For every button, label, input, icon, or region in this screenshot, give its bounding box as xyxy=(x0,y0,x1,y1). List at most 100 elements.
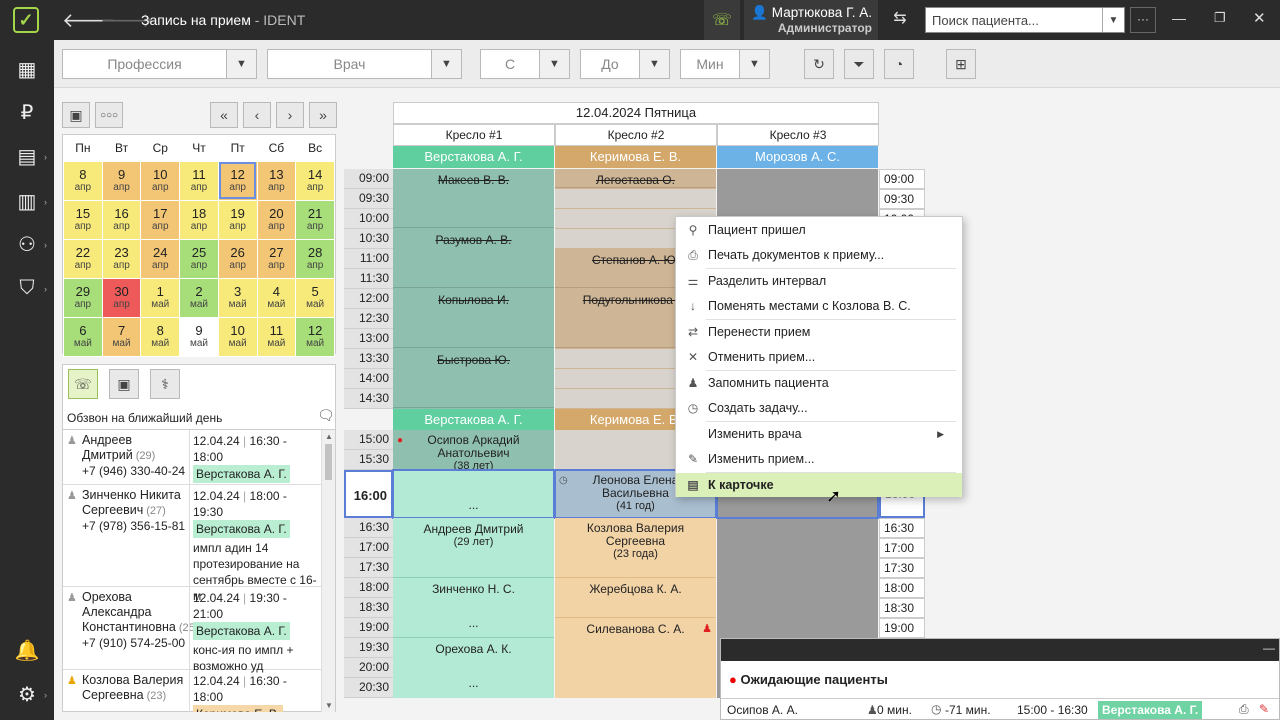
calendar-day[interactable]: 10 апр xyxy=(140,160,181,201)
refresh-button[interactable]: ↻ xyxy=(804,49,834,79)
schedule-grid-icon[interactable]: ▦ xyxy=(10,53,44,85)
appointment[interactable]: Зинченко Н. С.... xyxy=(393,578,554,638)
calendar-day[interactable]: 24 апр xyxy=(140,238,181,279)
timer-button[interactable]: ◔ xyxy=(884,49,914,79)
sign-icon[interactable]: ✎ xyxy=(1259,702,1269,716)
context-menu-item[interactable]: ▤ К карточке xyxy=(676,473,962,497)
calendar-day[interactable]: 6 май xyxy=(63,316,103,357)
doctor-tab-button[interactable]: ⚕ xyxy=(150,369,180,399)
appointment[interactable]: Андреев Дмитрий (29 лет) xyxy=(393,518,554,578)
call-row[interactable]: ♟ Андреев Дмитрий (29) +7 (946) 330-40-24 12… xyxy=(63,430,321,485)
calendar-day[interactable]: 5 май xyxy=(295,277,335,318)
next-week-button[interactable]: › xyxy=(276,102,304,128)
context-menu-item[interactable]: ✎ Изменить прием... xyxy=(676,447,962,471)
calendar-day[interactable]: 16 апр xyxy=(101,199,142,240)
minimize-button[interactable]: — xyxy=(1172,10,1186,26)
doctor-select[interactable]: Врач ▼ xyxy=(267,49,462,79)
scrollbar[interactable]: ▲ ▼ xyxy=(321,430,335,712)
calendar-day[interactable]: 9 апр xyxy=(101,160,142,201)
context-menu-item[interactable]: ⎙ Печать документов к приему... xyxy=(676,243,962,267)
collapse-button[interactable]: — xyxy=(1263,641,1275,655)
doctor-header[interactable]: Керимова Е. В. xyxy=(555,146,716,168)
user-block[interactable]: 👤 Мартюкова Г. А. Администратор xyxy=(744,0,878,40)
calendar-day[interactable]: 4 май xyxy=(256,277,297,318)
search-dropdown-icon[interactable]: ▼ xyxy=(1102,8,1124,32)
next-month-button[interactable]: » xyxy=(309,102,337,128)
tooth-icon[interactable]: ⛉ xyxy=(10,272,44,304)
context-menu-item[interactable]: ⇄ Перенести прием xyxy=(676,320,962,344)
chevron-down-icon[interactable]: ▼ xyxy=(739,50,769,78)
print-icon[interactable]: ⎙ xyxy=(1239,702,1249,717)
appointment[interactable]: Жеребцова К. А. xyxy=(555,578,716,618)
doctor-header[interactable]: Морозов А. С. xyxy=(717,146,878,168)
calendar-day[interactable]: 8 май xyxy=(140,316,181,357)
calendar-day[interactable]: 3 май xyxy=(217,277,258,318)
appointment[interactable]: Силеванова С. А. ♟ xyxy=(555,618,716,698)
chevron-down-icon[interactable]: ▼ xyxy=(539,50,569,78)
context-menu-item[interactable]: Изменить врача ▶ xyxy=(676,422,962,446)
doctor-header[interactable]: Верстакова А. Г. xyxy=(393,146,554,168)
time-to-select[interactable]: До ▼ xyxy=(580,49,670,79)
calendar-day[interactable]: 2 май xyxy=(179,277,219,318)
profession-select[interactable]: Профессия ▼ xyxy=(62,49,257,79)
calendar-day[interactable]: 25 апр xyxy=(179,238,219,279)
calendar-day[interactable]: 13 апр xyxy=(256,160,297,201)
calendar-day[interactable]: 12 апр xyxy=(217,160,258,201)
calendar-day[interactable]: 23 апр xyxy=(101,238,142,279)
free-slot[interactable] xyxy=(555,189,716,208)
context-menu-item[interactable]: ⚌ Разделить интервал xyxy=(676,269,962,293)
chevron-down-icon[interactable]: ▼ xyxy=(639,50,669,78)
appointment[interactable]: ● Осипов Аркадий Анатольевич (38 лет) xyxy=(393,430,554,472)
more-button[interactable]: ○○○ xyxy=(95,102,123,128)
context-menu-item[interactable]: ♟ Запомнить пациента xyxy=(676,371,962,395)
calendar-day[interactable]: 22 апр xyxy=(63,238,103,279)
users-icon[interactable]: ⚇ xyxy=(10,228,44,260)
call-row[interactable]: ♟ Зинченко Никита Сергеевич (27) +7 (978) 3… xyxy=(63,485,321,603)
calendar-day[interactable]: 12 май xyxy=(295,316,335,357)
switch-user-icon[interactable]: ⇆ xyxy=(888,8,912,32)
call-row[interactable]: ♟Орехова Александра Константиновна(25)+7… xyxy=(63,587,321,673)
comment-icon[interactable]: 🗨 xyxy=(317,407,335,424)
gear-icon[interactable]: ⚙ xyxy=(10,678,44,710)
call-row[interactable]: ♟ Козлова Валерия Сергеевна (23) 12.04.24 |… xyxy=(63,670,321,712)
appointment[interactable]: Орехова А. К.... xyxy=(393,638,554,698)
phone-icon[interactable]: ☏ xyxy=(704,0,740,40)
calendar-day[interactable]: 8 апр xyxy=(63,160,103,201)
search-input[interactable]: Поиск пациента... xyxy=(926,8,1102,32)
bell-icon[interactable]: 🔔 xyxy=(10,634,44,666)
minutes-select[interactable]: Мин ▼ xyxy=(680,49,770,79)
calendar-day[interactable]: 28 апр xyxy=(295,238,335,279)
more-menu-button[interactable]: ··· xyxy=(1130,7,1156,33)
prev-week-button[interactable]: ‹ xyxy=(243,102,271,128)
context-menu-item[interactable]: ⚲ Пациент пришел xyxy=(676,218,962,242)
maximize-button[interactable]: ❐ xyxy=(1214,10,1226,26)
appointment-continuation[interactable]: ... xyxy=(392,469,555,519)
appointment-cancelled[interactable]: Разумов А. В. xyxy=(393,229,554,288)
close-button[interactable]: ✕ xyxy=(1253,9,1266,27)
calendar-day[interactable]: 7 май xyxy=(101,316,142,357)
calendar-day[interactable]: 14 апр xyxy=(295,160,335,201)
calendar-day[interactable]: 11 апр xyxy=(179,160,219,201)
back-button[interactable]: 🡐 xyxy=(62,8,116,32)
calendar-icon[interactable]: ▤ xyxy=(10,140,44,172)
clear-filter-button[interactable]: ⏷ xyxy=(844,49,874,79)
doctor-header[interactable]: Верстакова А. Г. xyxy=(393,409,554,430)
appointment-cancelled[interactable]: Легостаева О. xyxy=(555,169,716,188)
appointment[interactable]: Козлова Валерия Сергеевна (23 года) xyxy=(555,518,716,578)
patient-search[interactable]: Поиск пациента... ▼ xyxy=(925,7,1125,33)
calculator-button[interactable]: ⊞ xyxy=(946,49,976,79)
calendar-day[interactable]: 26 апр xyxy=(217,238,258,279)
context-menu-item[interactable]: ↓ Поменять местами с Козлова В. С. xyxy=(676,294,962,318)
ruble-icon[interactable]: ₽ xyxy=(10,96,44,128)
appointment-cancelled[interactable]: Макеев В. В. xyxy=(393,169,554,228)
context-menu-item[interactable]: ◷ Создать задачу... xyxy=(676,396,962,420)
appointment-cancelled[interactable]: Быстрова Ю. xyxy=(393,349,554,408)
calendar-day[interactable]: 29 апр xyxy=(63,277,103,318)
chevron-down-icon[interactable]: ▼ xyxy=(226,50,256,78)
calendar-day[interactable]: 21 апр xyxy=(295,199,335,240)
calendar-day[interactable]: 20 апр xyxy=(256,199,297,240)
calendar-tab-button[interactable]: ▣ xyxy=(109,369,139,399)
calendar-day[interactable]: 17 апр xyxy=(140,199,181,240)
calendar-day[interactable]: 15 апр xyxy=(63,199,103,240)
calendar-day[interactable]: 9 май xyxy=(179,316,219,357)
